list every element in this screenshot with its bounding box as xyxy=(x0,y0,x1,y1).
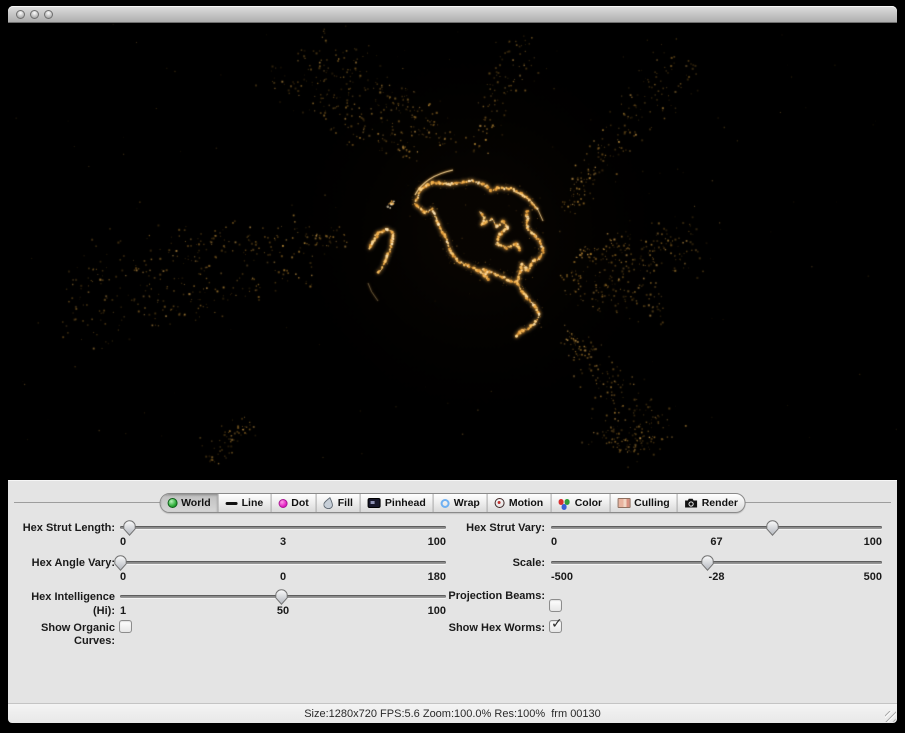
tab-label: Motion xyxy=(509,497,543,509)
close-button[interactable] xyxy=(16,10,25,19)
ring-icon xyxy=(441,499,450,508)
tab-line[interactable]: Line xyxy=(218,494,271,512)
zoom-button[interactable] xyxy=(44,10,53,19)
resize-grip[interactable] xyxy=(885,711,896,722)
tab-label: Dot xyxy=(291,497,309,509)
picture-icon xyxy=(617,498,630,508)
slider-value: 50 xyxy=(120,605,446,617)
slider-max: 100 xyxy=(864,536,882,548)
slider-max: 100 xyxy=(428,605,446,617)
tab-dot[interactable]: Dot xyxy=(270,494,316,512)
dot-icon xyxy=(278,499,287,508)
tab-bar: World Line Dot Fill Pinhead xyxy=(159,493,746,513)
app-window: World Line Dot Fill Pinhead xyxy=(8,6,897,722)
tab-fill[interactable]: Fill xyxy=(316,494,360,512)
photo-icon xyxy=(368,498,381,508)
tab-label: Render xyxy=(702,497,738,509)
slider-thumb[interactable] xyxy=(701,555,714,571)
titlebar[interactable] xyxy=(8,6,897,23)
control-panel: World Line Dot Fill Pinhead xyxy=(8,480,897,703)
droplet-icon xyxy=(324,497,334,509)
tab-label: Wrap xyxy=(454,497,480,509)
target-icon xyxy=(495,498,505,508)
hex-strut-vary-label: Hex Strut Vary: xyxy=(408,521,545,535)
tab-label: Color xyxy=(575,497,602,509)
status-text: Size:1280x720 FPS:5.6 Zoom:100.0% Res:10… xyxy=(304,708,601,720)
tab-label: Culling xyxy=(634,497,670,509)
slider-thumb[interactable] xyxy=(275,589,288,605)
minimize-button[interactable] xyxy=(30,10,39,19)
globe-icon xyxy=(167,498,177,508)
tab-label: World xyxy=(181,497,211,509)
slider-track[interactable] xyxy=(551,526,882,529)
tab-label: Fill xyxy=(338,497,353,509)
show-hex-worms-label: Show Hex Worms: xyxy=(408,622,545,635)
slider-track[interactable] xyxy=(551,561,882,564)
camera-icon xyxy=(685,498,698,508)
tab-render[interactable]: Render xyxy=(677,494,745,512)
show-organic-curves-label: Show Organic Curves: xyxy=(8,622,115,648)
show-organic-curves-checkbox[interactable]: ✓ xyxy=(119,620,132,633)
tab-culling[interactable]: Culling xyxy=(609,494,677,512)
hex-strut-vary-slider[interactable]: 0 67 100 xyxy=(551,520,882,552)
tab-world[interactable]: World xyxy=(160,494,218,512)
show-hex-worms-checkbox[interactable]: ✓ xyxy=(549,620,562,633)
tab-pinhead[interactable]: Pinhead xyxy=(360,494,433,512)
slider-max: 500 xyxy=(864,571,882,583)
scale-slider[interactable]: -500 -28 500 xyxy=(551,555,882,587)
line-icon xyxy=(226,502,238,505)
tab-wrap[interactable]: Wrap xyxy=(433,494,487,512)
viewport xyxy=(8,23,897,480)
visualization-canvas[interactable] xyxy=(8,23,897,480)
projection-beams-label: Projection Beams: xyxy=(408,590,545,603)
slider-value: 67 xyxy=(551,536,882,548)
tab-label: Pinhead xyxy=(385,497,426,509)
slider-thumb[interactable] xyxy=(766,520,779,536)
rgb-dots-icon xyxy=(558,499,564,505)
checkmark-icon: ✓ xyxy=(551,615,563,632)
hex-intelligence-slider[interactable]: 1 50 100 xyxy=(120,589,446,621)
hex-intelligence-label: Hex Intelligence (Hi): xyxy=(8,590,115,618)
tab-motion[interactable]: Motion xyxy=(487,494,550,512)
tab-color[interactable]: Color xyxy=(550,494,609,512)
tab-label: Line xyxy=(242,497,264,509)
status-bar: Size:1280x720 FPS:5.6 Zoom:100.0% Res:10… xyxy=(8,703,897,723)
projection-beams-checkbox[interactable]: ✓ xyxy=(549,599,562,612)
scale-label: Scale: xyxy=(408,556,545,570)
slider-value: -28 xyxy=(551,571,882,583)
